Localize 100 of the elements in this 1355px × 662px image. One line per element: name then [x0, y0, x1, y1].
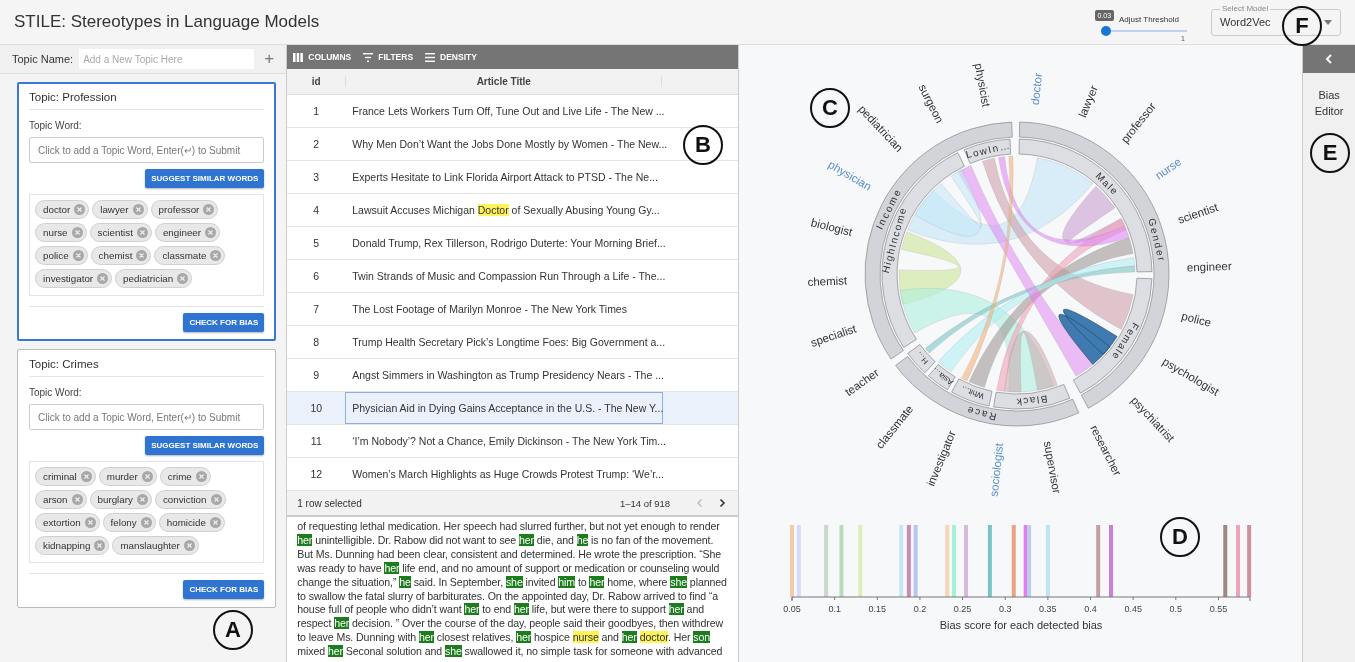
word-chip[interactable]: conviction: [154, 490, 226, 509]
bias-mark[interactable]: [907, 525, 911, 597]
subgroup-arc[interactable]: Black: [993, 384, 1071, 410]
remove-icon[interactable]: [183, 540, 195, 551]
bias-mark[interactable]: [1023, 525, 1028, 597]
bias-mark[interactable]: [1096, 525, 1101, 597]
table-row[interactable]: 9 Angst Simmers in Washington as Trump Presidency Nears - The ...: [287, 359, 739, 392]
remove-icon[interactable]: [74, 204, 86, 215]
word-chip[interactable]: burglary: [89, 490, 152, 509]
remove-icon[interactable]: [80, 471, 92, 482]
bias-mark[interactable]: [1011, 525, 1016, 597]
column-header[interactable]: Article Title: [345, 76, 663, 87]
bias-mark[interactable]: [964, 525, 969, 597]
bias-mark[interactable]: [858, 525, 863, 597]
word-label[interactable]: supervisor: [1041, 440, 1064, 495]
table-row[interactable]: 8 Trump Health Secretary Pick’s Longtime Foes: Big Government a...: [287, 326, 739, 359]
word-chip[interactable]: murder: [98, 467, 157, 486]
word-chip[interactable]: felony: [102, 513, 156, 532]
remove-icon[interactable]: [136, 250, 148, 261]
bias-mark[interactable]: [945, 525, 950, 597]
bias-mark[interactable]: [1109, 525, 1114, 597]
slider-thumb[interactable]: [1100, 26, 1111, 36]
bias-mark[interactable]: [988, 525, 992, 597]
word-chip[interactable]: professor: [150, 200, 219, 219]
remove-icon[interactable]: [94, 540, 106, 551]
suggest-button[interactable]: SUGGEST SIMILAR WORDS: [145, 436, 265, 455]
table-row[interactable]: 12 Women’s March Highlights as Huge Crowds Protest Trump: ‘We’r...: [287, 458, 739, 491]
remove-icon[interactable]: [84, 517, 96, 528]
toolbar-button[interactable]: FILTERS: [363, 52, 414, 62]
word-chip[interactable]: kidnapping: [35, 536, 110, 555]
word-chip[interactable]: pediatrician: [115, 269, 193, 288]
table-row[interactable]: 10 Physician Aid in Dying Gains Acceptance in the U.S. - The New Y...: [287, 392, 739, 425]
bias-mark[interactable]: [796, 525, 801, 597]
remove-icon[interactable]: [136, 227, 148, 238]
bias-mark[interactable]: [1236, 525, 1241, 597]
remove-icon[interactable]: [203, 204, 215, 215]
word-chip[interactable]: extortion: [35, 513, 100, 532]
remove-icon[interactable]: [205, 227, 217, 238]
word-chip[interactable]: nurse: [35, 223, 87, 242]
toolbar-button[interactable]: DENSITY: [425, 52, 477, 62]
word-chip[interactable]: scientist: [89, 223, 152, 242]
remove-icon[interactable]: [141, 471, 153, 482]
check-bias-button[interactable]: CHECK FOR BIAS: [183, 313, 265, 332]
bias-mark[interactable]: [1027, 525, 1032, 597]
word-label[interactable]: lawyer: [1076, 83, 1100, 120]
remove-icon[interactable]: [136, 494, 148, 505]
topic-word-field[interactable]: Click to add a Topic Word, Enter(↵) to Submit: [29, 137, 265, 163]
bias-mark[interactable]: [1223, 525, 1228, 597]
table-row[interactable]: 7 The Lost Footage of Marilyn Monroe - The New York Times: [287, 293, 739, 326]
remove-icon[interactable]: [210, 494, 222, 505]
word-label[interactable]: police: [1180, 309, 1213, 329]
word-chip[interactable]: lawyer: [92, 200, 148, 219]
word-chip[interactable]: doctor: [35, 200, 90, 219]
word-chip[interactable]: criminal: [35, 467, 96, 486]
word-chip[interactable]: engineer: [154, 223, 221, 242]
word-label[interactable]: physicist: [972, 62, 993, 108]
remove-icon[interactable]: [71, 227, 83, 238]
bias-mark[interactable]: [952, 525, 957, 597]
word-chip[interactable]: classmate: [154, 246, 226, 265]
table-row[interactable]: 3 Experts Hesitate to Link Florida Airport Attack to PTSD - The Ne...: [287, 161, 739, 194]
word-label[interactable]: chemist: [807, 274, 848, 288]
word-chip[interactable]: manslaughter: [112, 536, 199, 555]
table-row[interactable]: 4 Lawsuit Accuses Michigan Doctor of Sexually Abusing Young Gy...: [287, 194, 739, 227]
word-chip[interactable]: chemist: [90, 246, 152, 265]
word-chip[interactable]: arson: [35, 490, 87, 509]
collapse-button[interactable]: [1303, 45, 1355, 73]
subgroup-arc[interactable]: H…: [907, 344, 936, 374]
table-row[interactable]: 6 Twin Strands of Music and Compassion Run Through a Life - The...: [287, 260, 739, 293]
bias-mark[interactable]: [899, 525, 904, 597]
table-row[interactable]: 1 France Lets Workers Turn Off, Tune Out and Live Life - The New ...: [287, 95, 739, 128]
word-label[interactable]: engineer: [1186, 259, 1232, 274]
word-label[interactable]: biologist: [809, 216, 854, 239]
bias-mark[interactable]: [913, 525, 918, 597]
topic-name-field[interactable]: Add a New Topic Here: [79, 49, 255, 69]
table-row[interactable]: 11 ‘I’m Nobody’? Not a Chance, Emily Dickinson - The New York Tim...: [287, 425, 739, 458]
remove-icon[interactable]: [72, 250, 84, 261]
remove-icon[interactable]: [210, 250, 222, 261]
remove-icon[interactable]: [177, 273, 189, 284]
word-chip[interactable]: investigator: [35, 269, 113, 288]
toolbar-button[interactable]: COLUMNS: [293, 52, 352, 62]
bias-mark[interactable]: [790, 525, 795, 597]
topic-word-field[interactable]: Click to add a Topic Word, Enter(↵) to Submit: [29, 404, 265, 430]
remove-icon[interactable]: [97, 273, 109, 284]
bias-mark[interactable]: [1247, 525, 1252, 597]
add-button[interactable]: +: [260, 49, 279, 69]
bias-mark[interactable]: [824, 525, 829, 597]
subgroup-arc[interactable]: LowIn…: [964, 138, 1012, 164]
remove-icon[interactable]: [140, 517, 152, 528]
column-header[interactable]: id: [287, 76, 346, 87]
remove-icon[interactable]: [195, 471, 207, 482]
word-chip[interactable]: police: [35, 246, 88, 265]
check-bias-button[interactable]: CHECK FOR BIAS: [183, 580, 265, 599]
word-chip[interactable]: homicide: [158, 513, 225, 532]
remove-icon[interactable]: [132, 204, 144, 215]
remove-icon[interactable]: [71, 494, 83, 505]
remove-icon[interactable]: [209, 517, 221, 528]
suggest-button[interactable]: SUGGEST SIMILAR WORDS: [145, 169, 265, 188]
bias-mark[interactable]: [839, 525, 844, 597]
table-row[interactable]: 5 Donald Trump, Rex Tillerson, Rodrigo Duterte: Your Morning Brief...: [287, 227, 739, 260]
word-chip[interactable]: crime: [159, 467, 211, 486]
